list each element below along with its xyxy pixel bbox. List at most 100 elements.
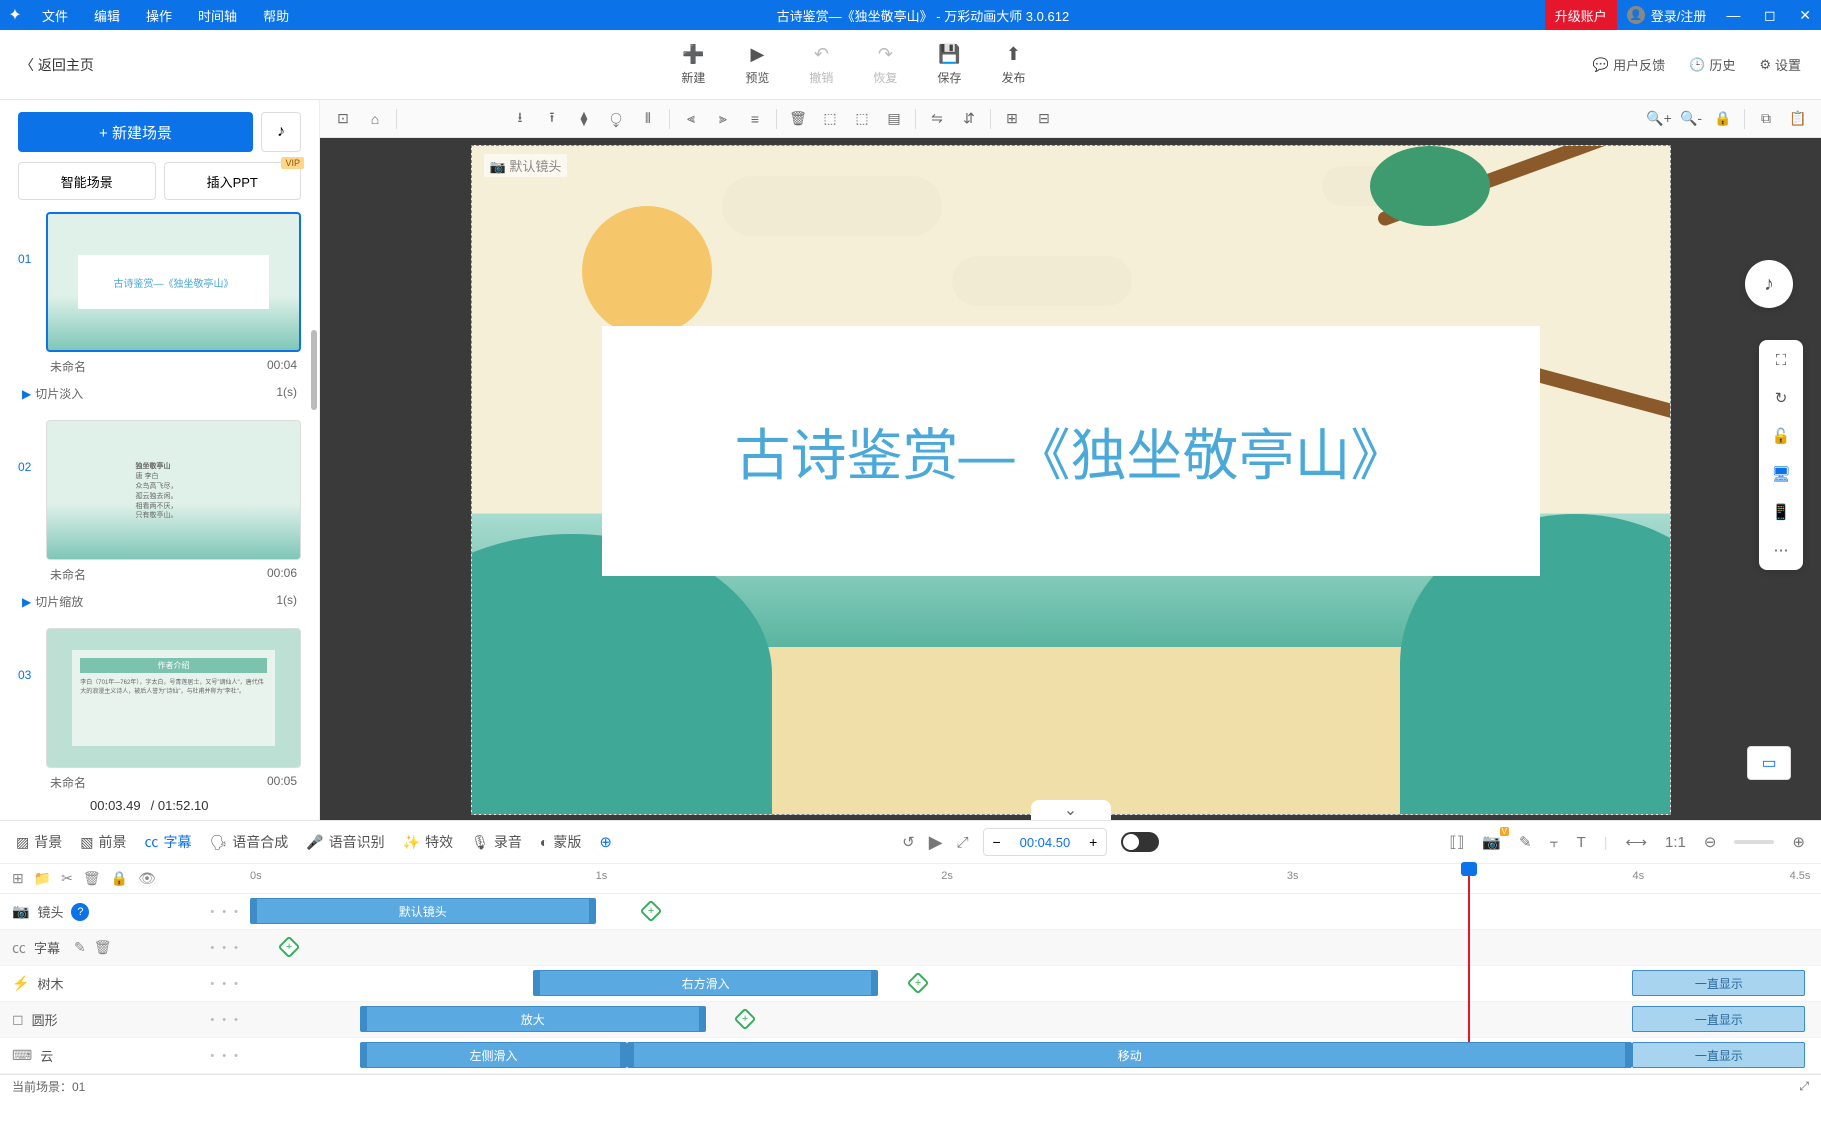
unlock-icon[interactable]: 🔓 bbox=[1767, 424, 1795, 448]
align-top-icon[interactable]: ⭱ bbox=[537, 104, 567, 134]
maximize-button[interactable]: ◻ bbox=[1754, 7, 1786, 23]
time-minus-button[interactable]: − bbox=[984, 834, 1010, 850]
scene-thumbnail[interactable]: 作者介绍李白（701年—762年），字太白，号青莲居士，又号"谪仙人"，唐代伟大… bbox=[46, 628, 301, 768]
camera-icon[interactable]: 📷V bbox=[1482, 833, 1501, 851]
delete-icon[interactable]: 🗑 bbox=[783, 104, 813, 134]
scene-item-3[interactable]: 03 作者介绍李白（701年—762年），字太白，号青莲居士，又号"谪仙人"，唐… bbox=[18, 628, 301, 797]
copy-icon[interactable]: ⧉ bbox=[1751, 104, 1781, 134]
layer-panel-toggle[interactable]: ▭ bbox=[1747, 746, 1791, 780]
edit-icon[interactable]: ✎ bbox=[1519, 833, 1532, 851]
trash-icon[interactable]: 🗑 bbox=[83, 870, 101, 887]
home-icon[interactable]: ⌂ bbox=[360, 104, 390, 134]
transition-row[interactable]: ▶切片缩放 1(s) bbox=[18, 589, 301, 618]
play-button[interactable]: ▶ bbox=[929, 832, 943, 853]
more-button[interactable]: ⊕ bbox=[599, 833, 612, 851]
paste-icon[interactable]: 📋 bbox=[1783, 104, 1813, 134]
eye-icon[interactable]: 👁 bbox=[138, 870, 156, 887]
record-button[interactable]: 🎙录音 bbox=[471, 832, 522, 852]
scrollbar[interactable] bbox=[311, 330, 317, 410]
expand-button[interactable]: ⤢ bbox=[957, 834, 969, 851]
back-button[interactable]: 〈 返回主页 bbox=[0, 55, 114, 75]
collapse-button[interactable]: ⌄ bbox=[1031, 800, 1111, 820]
edit-icon[interactable]: ✎ bbox=[74, 939, 86, 956]
trash-icon[interactable]: 🗑 bbox=[94, 939, 112, 956]
add-keyframe[interactable]: + bbox=[734, 1008, 757, 1031]
tts-button[interactable]: 🗣语音合成 bbox=[209, 832, 288, 852]
filter-icon[interactable]: ⫟ bbox=[1550, 834, 1559, 851]
camera-icon[interactable]: ⊡ bbox=[328, 104, 358, 134]
redo-button[interactable]: ↷恢复 bbox=[873, 44, 897, 86]
lock-icon[interactable]: 🔒 bbox=[111, 870, 128, 887]
camera-clip[interactable]: 默认镜头 bbox=[250, 898, 596, 924]
bg-button[interactable]: ▨背景 bbox=[16, 832, 62, 852]
clip-always-show[interactable]: 一直显示 bbox=[1632, 970, 1805, 996]
fx-button[interactable]: ✨特效 bbox=[403, 832, 453, 852]
upgrade-button[interactable]: 升级账户 bbox=[1545, 0, 1617, 30]
zoom-out-icon[interactable]: ⊖ bbox=[1704, 833, 1717, 851]
preview-button[interactable]: ▶预览 bbox=[745, 44, 769, 86]
timeline-ruler[interactable]: 0s 1s 2s 3s 4s 4.5s bbox=[250, 864, 1821, 893]
align-right-icon[interactable]: ⫸ bbox=[708, 104, 738, 134]
zoom-out-icon[interactable]: 🔍- bbox=[1676, 104, 1706, 134]
text-icon[interactable]: T bbox=[1577, 834, 1586, 851]
save-button[interactable]: 💾保存 bbox=[937, 44, 961, 86]
align-bottom-icon[interactable]: ⭳ bbox=[505, 104, 535, 134]
scene-item-2[interactable]: 02 独坐敬亭山唐 李白 众鸟高飞尽， 孤云独去闲。 相看两不厌， 只有敬亭山。… bbox=[18, 420, 301, 618]
align-hcenter-icon[interactable]: ⧬ bbox=[601, 104, 631, 134]
snap-toggle[interactable] bbox=[1121, 832, 1159, 852]
menu-file[interactable]: 文件 bbox=[30, 6, 80, 25]
expand-icon[interactable]: ⤢ bbox=[1799, 1079, 1809, 1094]
minimize-button[interactable]: — bbox=[1716, 7, 1750, 23]
marker-icon[interactable]: ⟦⟧ bbox=[1449, 833, 1464, 851]
desktop-icon[interactable]: 🖥 bbox=[1767, 462, 1795, 486]
layer-up-icon[interactable]: ▤ bbox=[879, 104, 909, 134]
fg-button[interactable]: ▧前景 bbox=[80, 832, 126, 852]
menu-timeline[interactable]: 时间轴 bbox=[186, 6, 249, 25]
smart-scene-button[interactable]: 智能场景 bbox=[18, 162, 156, 200]
add-keyframe[interactable]: + bbox=[906, 972, 929, 995]
align-left-icon[interactable]: ⫷ bbox=[676, 104, 706, 134]
scene-thumbnail[interactable]: 古诗鉴赏—《独坐敬亭山》 bbox=[46, 212, 301, 352]
clip-zoom[interactable]: 放大 bbox=[360, 1006, 706, 1032]
publish-button[interactable]: ⬆发布 bbox=[1001, 44, 1025, 86]
flip-v-icon[interactable]: ⇵ bbox=[954, 104, 984, 134]
history-button[interactable]: 🕒历史 bbox=[1689, 55, 1735, 74]
music-button[interactable]: ♪ bbox=[261, 112, 301, 152]
help-icon[interactable]: ? bbox=[71, 903, 89, 921]
more-icon[interactable]: ⋯ bbox=[1767, 538, 1795, 562]
group-icon[interactable]: ⊞ bbox=[997, 104, 1027, 134]
add-keyframe[interactable]: + bbox=[278, 936, 301, 959]
feedback-button[interactable]: 💬用户反馈 bbox=[1593, 55, 1665, 74]
clip-always-show[interactable]: 一直显示 bbox=[1632, 1042, 1805, 1068]
clip-slide-right[interactable]: 右方滑入 bbox=[533, 970, 879, 996]
distribute-icon[interactable]: ⫴ bbox=[633, 104, 663, 134]
close-button[interactable]: ✕ bbox=[1789, 7, 1821, 23]
clip-move[interactable]: 移动 bbox=[627, 1042, 1632, 1068]
zoom-in-icon[interactable]: 🔍+ bbox=[1644, 104, 1674, 134]
zoom-in-icon[interactable]: ⊕ bbox=[1792, 833, 1805, 851]
new-button[interactable]: ➕新建 bbox=[681, 44, 705, 86]
fit-icon[interactable]: ⟷ bbox=[1625, 833, 1647, 851]
folder-icon[interactable]: 📁 bbox=[34, 870, 51, 887]
scene-thumbnail[interactable]: 独坐敬亭山唐 李白 众鸟高飞尽， 孤云独去闲。 相看两不厌， 只有敬亭山。 bbox=[46, 420, 301, 560]
fullscreen-icon[interactable]: ⛶ bbox=[1767, 348, 1795, 372]
undo-button[interactable]: ↶撤销 bbox=[809, 44, 833, 86]
mobile-icon[interactable]: 📱 bbox=[1767, 500, 1795, 524]
scene-item-1[interactable]: 01 古诗鉴赏—《独坐敬亭山》 未命名 00:04 ▶切片淡入 1(s) bbox=[18, 212, 301, 410]
add-track-icon[interactable]: ⊞ bbox=[12, 870, 24, 887]
transition-row[interactable]: ▶切片淡入 1(s) bbox=[18, 381, 301, 410]
canvas-music-button[interactable]: ♪ bbox=[1745, 260, 1793, 308]
rotate-icon[interactable]: ↻ bbox=[1767, 386, 1795, 410]
subtitle-button[interactable]: ㏄字幕 bbox=[144, 832, 191, 852]
flip-h-icon[interactable]: ⇋ bbox=[922, 104, 952, 134]
zoom-slider[interactable] bbox=[1734, 840, 1774, 844]
settings-button[interactable]: ⚙设置 bbox=[1759, 55, 1801, 74]
asr-button[interactable]: 🎤语音识别 bbox=[306, 832, 384, 852]
insert-ppt-button[interactable]: 插入PPTVIP bbox=[164, 162, 302, 200]
mask-button[interactable]: ◐蒙版 bbox=[540, 832, 581, 852]
bring-front-icon[interactable]: ⬚ bbox=[815, 104, 845, 134]
align-middle-icon[interactable]: ≡ bbox=[740, 104, 770, 134]
rewind-button[interactable]: ↺ bbox=[902, 833, 915, 851]
lock-icon[interactable]: 🔒 bbox=[1708, 104, 1738, 134]
ratio-icon[interactable]: 1:1 bbox=[1665, 834, 1686, 851]
